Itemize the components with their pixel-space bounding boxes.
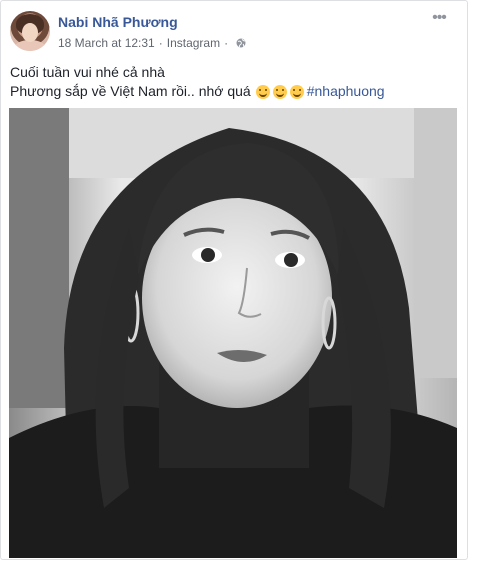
meta-separator: · [158,36,163,50]
post-card: Nabi Nhã Phương 18 March at 12:31 · Inst… [0,0,468,560]
meta-separator-2: · [224,36,229,50]
post-text-line-2: Phương sắp về Việt Nam rồi.. nhớ quá #nh… [10,82,385,101]
post-text-line-1-content: Cuối tuần vui nhé cả nhà [10,64,165,80]
author-name[interactable]: Nabi Nhã Phương [58,14,178,30]
globe-icon[interactable] [236,38,246,48]
post-meta: 18 March at 12:31 · Instagram · [58,36,246,50]
avatar-face [22,23,38,42]
hashtag-link[interactable]: #nhaphuong [307,82,385,101]
author-avatar[interactable] [10,11,50,51]
smiling-face-icon [289,84,304,99]
post-text-line-2-content: Phương sắp về Việt Nam rồi.. nhớ quá [10,83,251,99]
post-photo[interactable] [9,108,457,558]
smiling-face-icon [255,84,270,99]
more-options-icon[interactable]: ••• [429,10,449,27]
post-source[interactable]: Instagram [167,36,220,50]
post-timestamp[interactable]: 18 March at 12:31 [58,36,155,50]
post-text-line-1: Cuối tuần vui nhé cả nhà [10,63,385,82]
smiling-face-icon [272,84,287,99]
portrait-photo [9,108,457,558]
post-text: Cuối tuần vui nhé cả nhà Phương sắp về V… [10,63,385,101]
